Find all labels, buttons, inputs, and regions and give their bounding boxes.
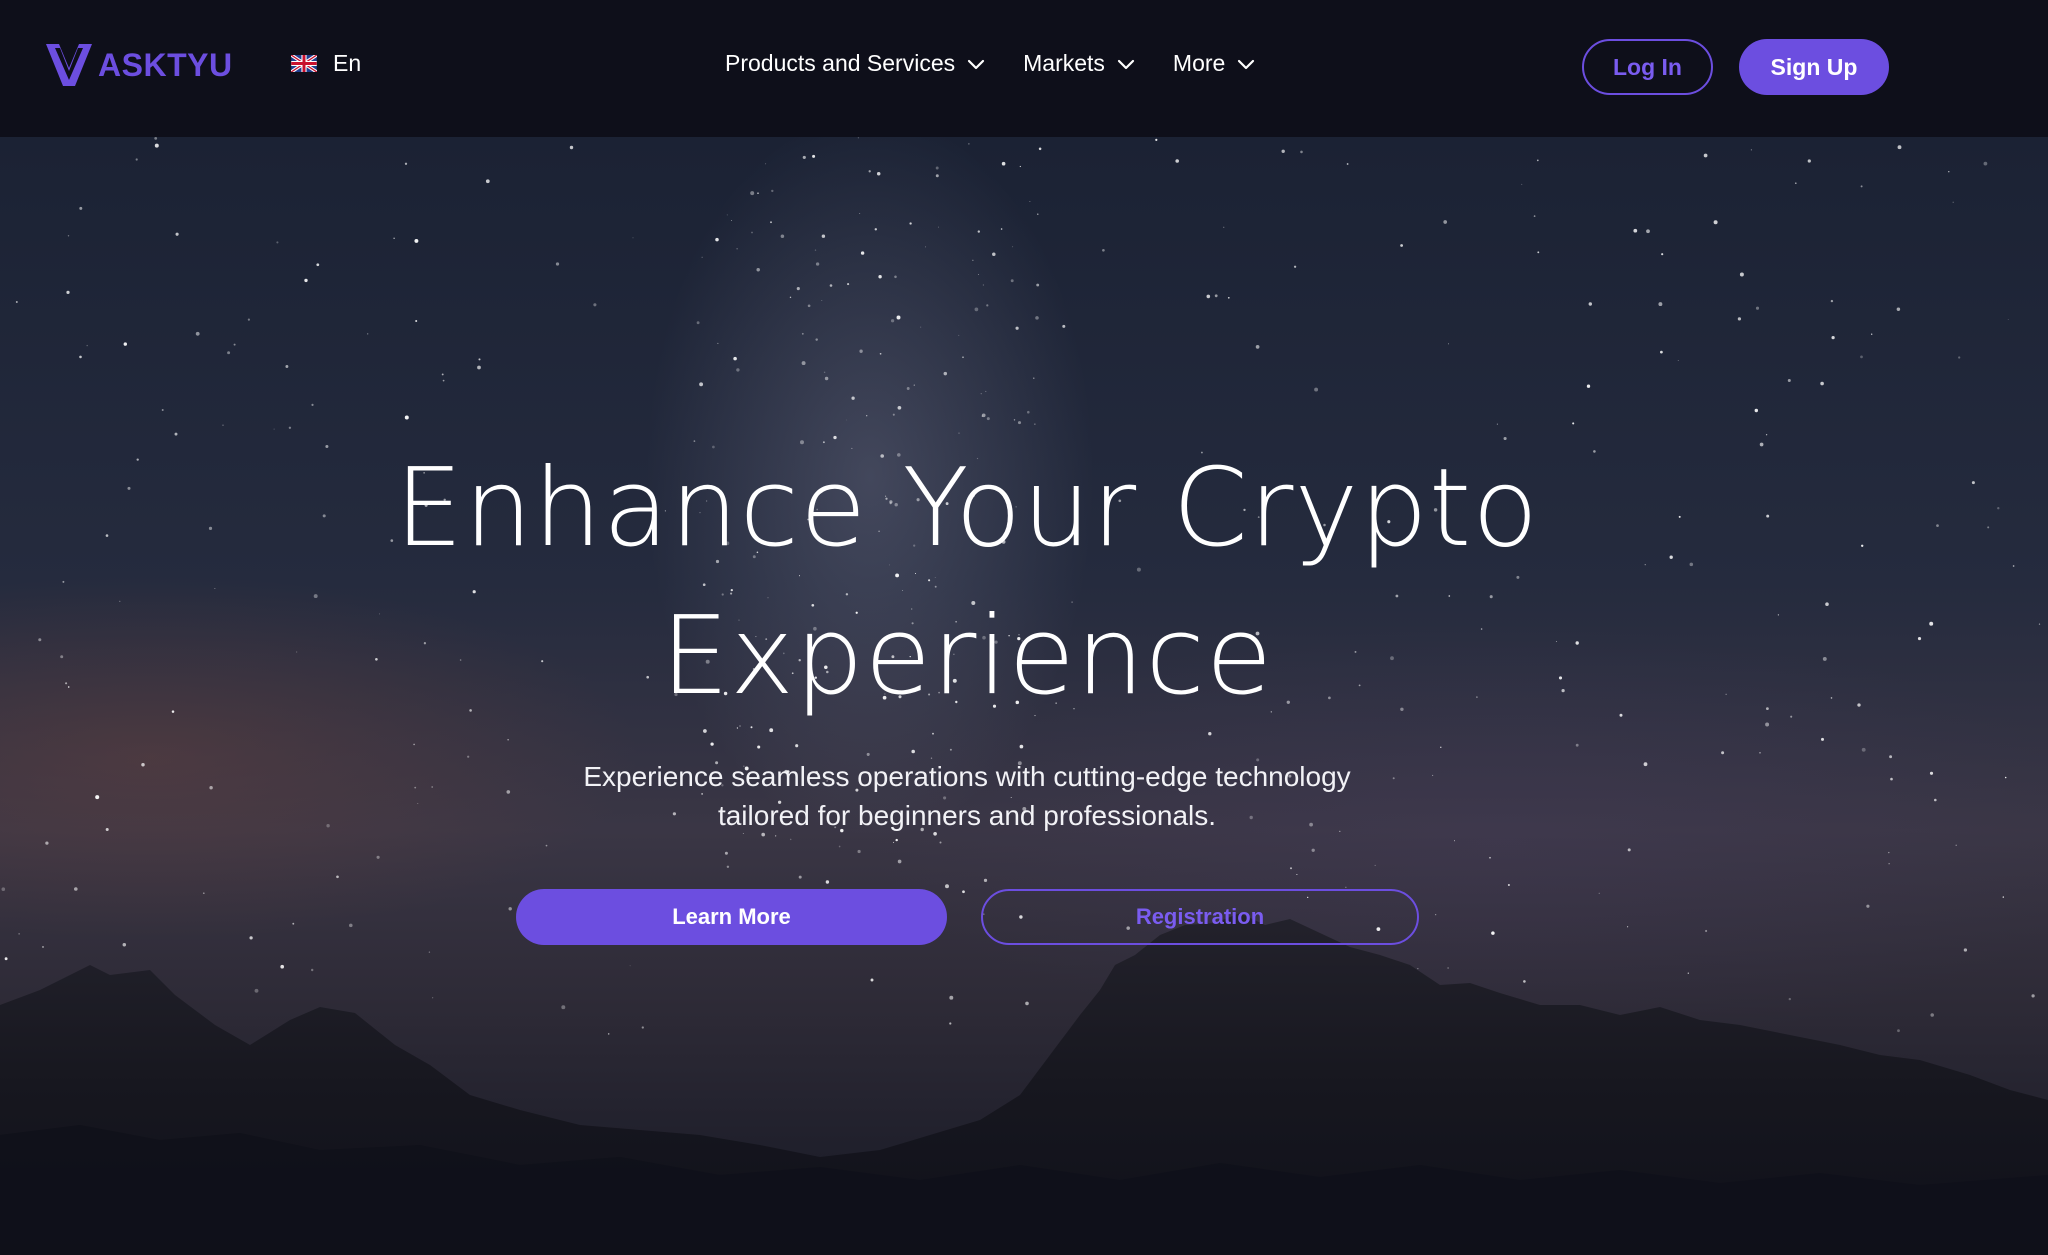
mountain-silhouette [0,913,2048,1255]
nav-label: Products and Services [725,50,956,76]
chevron-down-icon [968,59,985,69]
hero-section: Enhance Your Crypto Experience Experienc… [0,137,2048,1255]
signup-button[interactable]: Sign Up [1739,39,1889,95]
hero-subtext-line-2: tailored for beginners and professionals… [717,800,1217,831]
brand-v-icon [46,44,92,86]
nav-markets[interactable]: Markets [1023,50,1135,77]
hero-headline: Enhance Your Crypto Experience [0,435,1934,731]
learn-more-button[interactable]: Learn More [516,889,947,945]
language-selector[interactable]: En [291,50,361,77]
hero-subtext: Experience seamless operations with cutt… [0,757,1934,835]
hero-headline-line-2: Experience [660,594,1274,719]
registration-button[interactable]: Registration [981,889,1419,945]
nav-label: Markets [1023,50,1105,76]
brand-logo[interactable]: ASKTYU [46,44,233,86]
chevron-down-icon [1238,59,1255,69]
chevron-down-icon [1117,59,1135,69]
top-navigation-bar: ASKTYU En Products and Services Markets … [0,0,2048,137]
nav-more[interactable]: More [1173,50,1255,77]
language-label: En [333,50,362,76]
nav-label: More [1172,50,1226,76]
nav-products-and-services[interactable]: Products and Services [725,50,985,77]
brand-name: ASKTYU [98,46,233,83]
login-button[interactable]: Log In [1582,39,1713,95]
main-nav: Products and Services Markets More [725,50,1293,77]
hero-headline-line-1: Enhance Your Crypto [394,446,1540,571]
hero-subtext-line-1: Experience seamless operations with cutt… [583,761,1351,792]
uk-flag-icon [291,55,317,72]
